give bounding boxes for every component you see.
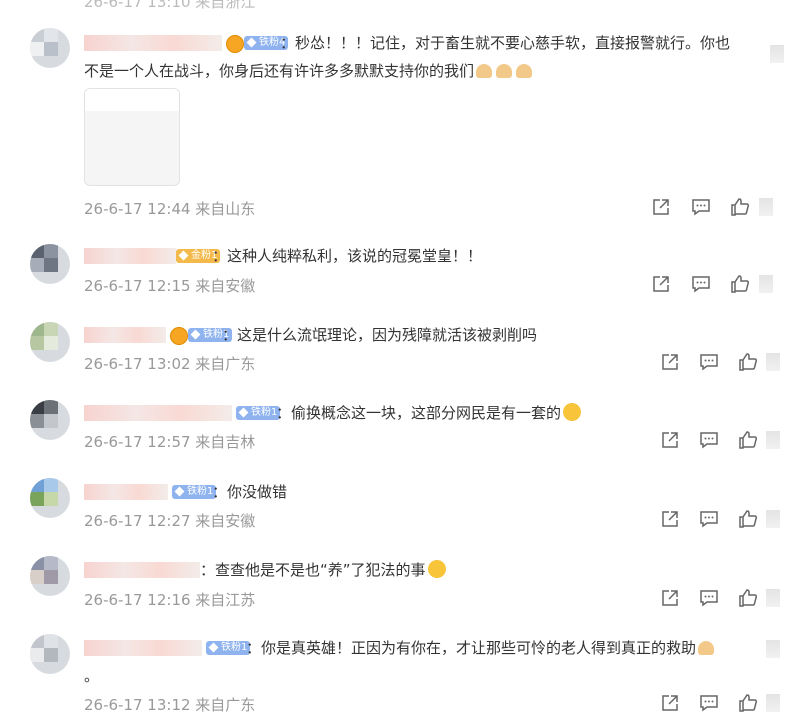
smile-emoji-icon <box>427 560 446 578</box>
share-icon[interactable] <box>660 693 680 713</box>
share-icon[interactable] <box>651 197 671 217</box>
username[interactable] <box>84 562 200 578</box>
share-icon[interactable] <box>660 509 680 529</box>
avatar[interactable] <box>30 244 70 284</box>
like-count <box>770 45 784 63</box>
thumbs-up-icon[interactable] <box>738 588 758 608</box>
comment-meta: 26-6-17 13:02 来自广东 <box>84 355 256 373</box>
like-count <box>766 640 780 658</box>
comment-text: ：你是真英雄！正因为有你在，才让那些可怜的老人得到真正的救助 <box>246 635 716 661</box>
fan-badge: 铁粉1 <box>206 641 251 655</box>
cut-off-comment-meta: 26-6-17 13:10 来自浙江 <box>84 0 256 10</box>
share-icon[interactable] <box>651 274 671 294</box>
username[interactable] <box>84 405 232 421</box>
comment-text-continued: 。 <box>84 667 100 685</box>
avatar[interactable] <box>30 322 70 362</box>
username[interactable] <box>84 35 222 51</box>
comment-meta: 26-6-17 12:27 来自安徽 <box>84 512 256 530</box>
comment-text: ：秒怂！！！记住，对于畜生就不要心慈手软，直接报警就行。你也 <box>280 34 731 52</box>
comment-icon[interactable] <box>691 197 711 217</box>
pray-emoji-icon <box>496 64 513 78</box>
avatar[interactable] <box>30 634 70 674</box>
like-count <box>766 694 780 712</box>
like-count <box>766 431 780 449</box>
comment-meta: 26-6-17 12:16 来自江苏 <box>84 591 256 609</box>
comment-icon[interactable] <box>691 274 711 294</box>
comment-text: ：偷换概念这一块，这部分网民是有一套的 <box>276 400 582 426</box>
thumbs-up-icon[interactable] <box>730 197 750 217</box>
like-count <box>759 198 773 216</box>
fan-badge: 铁粉1 <box>236 406 281 420</box>
like-count <box>759 275 773 293</box>
pray-emoji-icon <box>476 64 493 78</box>
avatar[interactable] <box>30 400 70 440</box>
comment-text: ：这是什么流氓理论，因为残障就活该被剥削吗 <box>222 326 538 344</box>
fan-badge: 铁粉1 <box>172 485 217 499</box>
smile-emoji-icon <box>563 403 582 421</box>
fan-crown-icon <box>170 327 188 345</box>
like-count <box>766 353 780 371</box>
share-icon[interactable] <box>660 588 680 608</box>
comment-meta: 26-6-17 12:57 来自吉林 <box>84 433 256 451</box>
like-count <box>766 510 780 528</box>
comment-icon[interactable] <box>699 430 719 450</box>
comment-text-continued: 不是一个人在战斗，你身后还有许许多多默默支持你的我们 <box>84 58 534 84</box>
avatar[interactable] <box>30 556 70 596</box>
comment-meta: 26-6-17 12:44 来自山东 <box>84 200 256 218</box>
comment-meta: 26-6-17 13:12 来自广东 <box>84 696 256 714</box>
thumbs-up-icon[interactable] <box>738 693 758 713</box>
like-count <box>766 589 780 607</box>
comment-icon[interactable] <box>699 509 719 529</box>
comment-text: ：这种人纯粹私利，该说的冠冕堂皇！！ <box>212 247 483 265</box>
pray-emoji-icon <box>698 641 715 655</box>
thumbs-up-icon[interactable] <box>730 274 750 294</box>
attached-image-thumbnail[interactable] <box>84 88 180 186</box>
avatar[interactable] <box>30 478 70 518</box>
comment-text: ：查查他是不是也“养”了犯法的事 <box>200 557 446 583</box>
comment-meta: 26-6-17 12:15 来自安徽 <box>84 277 256 295</box>
username[interactable] <box>84 484 168 500</box>
thumbs-up-icon[interactable] <box>738 430 758 450</box>
comment-text: ：你没做错 <box>212 483 288 501</box>
comment-icon[interactable] <box>699 588 719 608</box>
fan-crown-icon <box>226 35 244 53</box>
share-icon[interactable] <box>660 352 680 372</box>
share-icon[interactable] <box>660 430 680 450</box>
thumbs-up-icon[interactable] <box>738 509 758 529</box>
comment-icon[interactable] <box>699 352 719 372</box>
username[interactable] <box>84 640 202 656</box>
pray-emoji-icon <box>516 64 533 78</box>
username[interactable] <box>84 327 166 343</box>
username[interactable] <box>84 248 176 264</box>
comment-icon[interactable] <box>699 693 719 713</box>
avatar[interactable] <box>30 28 70 68</box>
thumbs-up-icon[interactable] <box>738 352 758 372</box>
